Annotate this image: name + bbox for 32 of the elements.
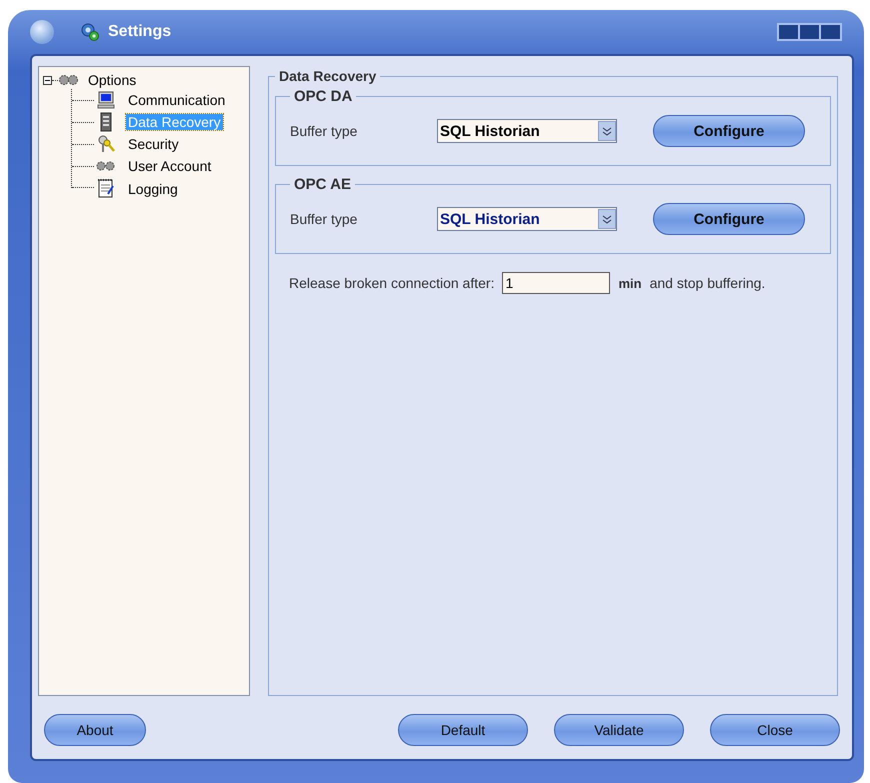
tree-item[interactable]: User Account [126,158,214,174]
field-label: Buffer type [290,211,358,227]
group-title: OPC DA [293,88,354,105]
window-title: Settings [108,23,172,41]
collapse-toggle[interactable] [43,76,52,84]
monitor-icon [96,90,116,110]
window-controls[interactable] [777,23,842,41]
gears-icon [80,22,100,42]
tree-item[interactable]: Options [86,72,138,88]
buffer-type-dropdown[interactable]: SQL Historian [437,207,617,231]
gears-icon [58,74,80,86]
tree-item[interactable]: Logging [126,181,180,197]
unit-label: min [618,276,642,290]
group-title: OPC AE [293,176,352,193]
chevron-down-icon [598,208,616,230]
window-menu-orb[interactable] [30,20,54,44]
field-label: Release broken connection after: [289,275,494,291]
dialog-button[interactable]: Close [710,714,840,746]
tree-item[interactable]: Communication [126,92,228,108]
dialog-button[interactable]: Validate [554,714,684,746]
keys-icon [96,134,116,154]
field-suffix: and stop buffering. [650,275,766,291]
minutes-input[interactable]: 1 [502,272,610,294]
about-button[interactable]: About [44,714,146,746]
tree-item[interactable]: Security [126,136,181,152]
chevron-down-icon [598,120,616,142]
dialog-button[interactable]: Default [398,714,528,746]
field-label: Buffer type [290,123,358,139]
configure-button[interactable]: Configure [653,115,805,147]
group-title: Data Recovery [278,68,378,84]
configure-button[interactable]: Configure [653,203,805,235]
buffer-type-dropdown[interactable]: SQL Historian [437,119,617,143]
